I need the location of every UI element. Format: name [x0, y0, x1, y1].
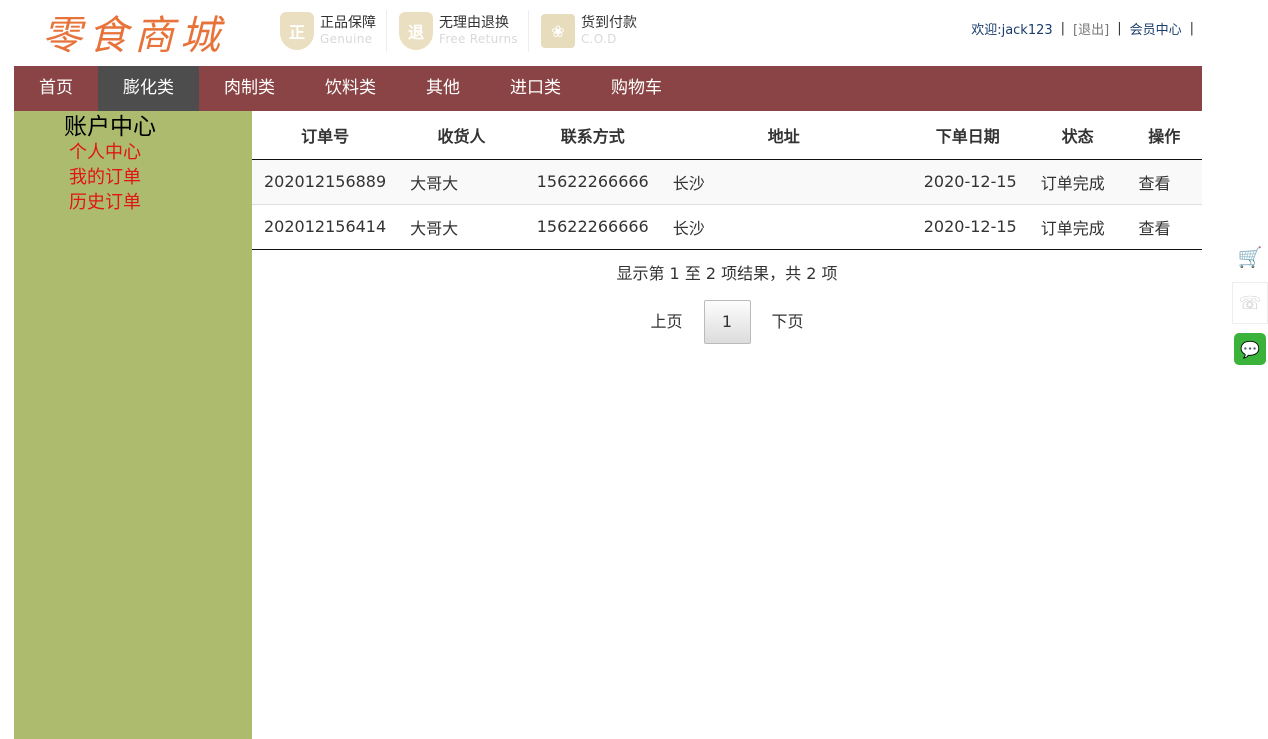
order-no-cell: 202012156414 [252, 204, 399, 250]
status-cell: 订单完成 [1028, 159, 1127, 204]
col-date[interactable]: 下单日期 [906, 111, 1029, 160]
promise-genuine-cn: 正品保障 [320, 15, 376, 31]
gift-box-icon: ❀ [540, 14, 575, 48]
pagination: 上页 1 下页 [252, 299, 1202, 344]
account-sidebar: 账户中心 个人中心 我的订单 历史订单 [14, 111, 252, 739]
current-page-button[interactable]: 1 [703, 299, 751, 344]
promise-cod-en: C.O.D [580, 32, 617, 46]
address-cell: 长沙 [660, 159, 907, 204]
date-cell: 2020-12-15 [906, 204, 1029, 250]
cart-icon[interactable]: 🛒 [1232, 236, 1268, 278]
nav-item-puffed[interactable]: 膨化类 [98, 66, 199, 111]
separator: | [1060, 21, 1066, 36]
promise-cod-cn: 货到付款 [580, 15, 637, 31]
wechat-icon: 💬 [1234, 333, 1266, 365]
separator: | [1189, 21, 1194, 36]
sidebar-item-profile[interactable]: 个人中心 [69, 140, 141, 165]
phone-icon[interactable]: ☏ [1232, 282, 1268, 324]
view-order-link[interactable]: 查看 [1126, 159, 1202, 204]
col-action[interactable]: 操作 [1126, 111, 1202, 160]
table-header-row: 订单号 收货人 联系方式 地址 下单日期 状态 操作 [252, 111, 1202, 160]
separator: | [1117, 21, 1122, 36]
table-info: 显示第 1 至 2 项结果，共 2 项 [616, 263, 838, 283]
status-cell: 订单完成 [1028, 204, 1127, 250]
nav-item-drinks[interactable]: 饮料类 [300, 66, 401, 111]
sidebar-item-order-history[interactable]: 历史订单 [69, 190, 141, 215]
address-cell: 长沙 [660, 204, 907, 250]
floating-tools: 🛒 ☏ 💬 [1232, 236, 1268, 374]
view-order-link[interactable]: 查看 [1126, 204, 1202, 250]
order-no-cell: 202012156889 [252, 159, 399, 204]
phone-cell: 15622266666 [524, 159, 661, 204]
receiver-cell: 大哥大 [398, 159, 525, 204]
site-header: 零食商城 正 正品保障 Genuine 退 无理由退换 Free Returns… [14, 0, 1202, 66]
promise-genuine: 正 正品保障 Genuine [280, 10, 387, 52]
col-order-no[interactable]: 订单号 [252, 111, 399, 160]
promise-returns: 退 无理由退换 Free Returns [399, 10, 529, 52]
site-logo[interactable]: 零食商城 [42, 12, 226, 60]
promise-returns-en: Free Returns [439, 32, 518, 46]
wechat-button[interactable]: 💬 [1232, 328, 1268, 370]
nav-item-meat[interactable]: 肉制类 [199, 66, 300, 111]
sidebar-title: 账户中心 [64, 114, 156, 140]
nav-item-home[interactable]: 首页 [14, 66, 98, 111]
col-phone[interactable]: 联系方式 [524, 111, 661, 160]
receiver-cell: 大哥大 [398, 204, 525, 250]
col-address[interactable]: 地址 [660, 111, 907, 160]
sidebar-links: 个人中心 我的订单 历史订单 [69, 140, 141, 215]
col-status[interactable]: 状态 [1028, 111, 1127, 160]
table-row: 202012156889 大哥大 15622266666 长沙 2020-12-… [252, 159, 1202, 204]
nav-item-cart[interactable]: 购物车 [586, 66, 687, 111]
returns-badge-icon: 退 [399, 12, 433, 50]
member-center-link[interactable]: 会员中心 [1130, 19, 1182, 38]
service-promises: 正 正品保障 Genuine 退 无理由退换 Free Returns ❀ 货到… [280, 10, 659, 52]
genuine-badge-icon: 正 [280, 12, 314, 50]
sidebar-item-my-orders[interactable]: 我的订单 [69, 165, 141, 190]
promise-cod: ❀ 货到付款 C.O.D [540, 10, 647, 52]
main-nav: 首页 膨化类 肉制类 饮料类 其他 进口类 购物车 [14, 66, 1202, 111]
date-cell: 2020-12-15 [906, 159, 1029, 204]
promise-genuine-en: Genuine [320, 32, 373, 46]
promise-returns-cn: 无理由退换 [439, 15, 509, 31]
orders-panel: 订单号 收货人 联系方式 地址 下单日期 状态 操作 202012156889 … [252, 111, 1202, 344]
nav-item-imported[interactable]: 进口类 [485, 66, 586, 111]
welcome-text: 欢迎:jack123 [971, 23, 1053, 38]
user-bar: 欢迎:jack123 | [退出] | 会员中心 | [971, 19, 1202, 38]
prev-page-button[interactable]: 上页 [629, 300, 703, 344]
col-receiver[interactable]: 收货人 [398, 111, 525, 160]
logout-link[interactable]: [退出] [1073, 19, 1109, 38]
next-page-button[interactable]: 下页 [751, 300, 825, 344]
table-row: 202012156414 大哥大 15622266666 长沙 2020-12-… [252, 204, 1202, 250]
nav-item-other[interactable]: 其他 [401, 66, 485, 111]
phone-cell: 15622266666 [524, 204, 661, 250]
orders-table: 订单号 收货人 联系方式 地址 下单日期 状态 操作 202012156889 … [252, 111, 1202, 250]
